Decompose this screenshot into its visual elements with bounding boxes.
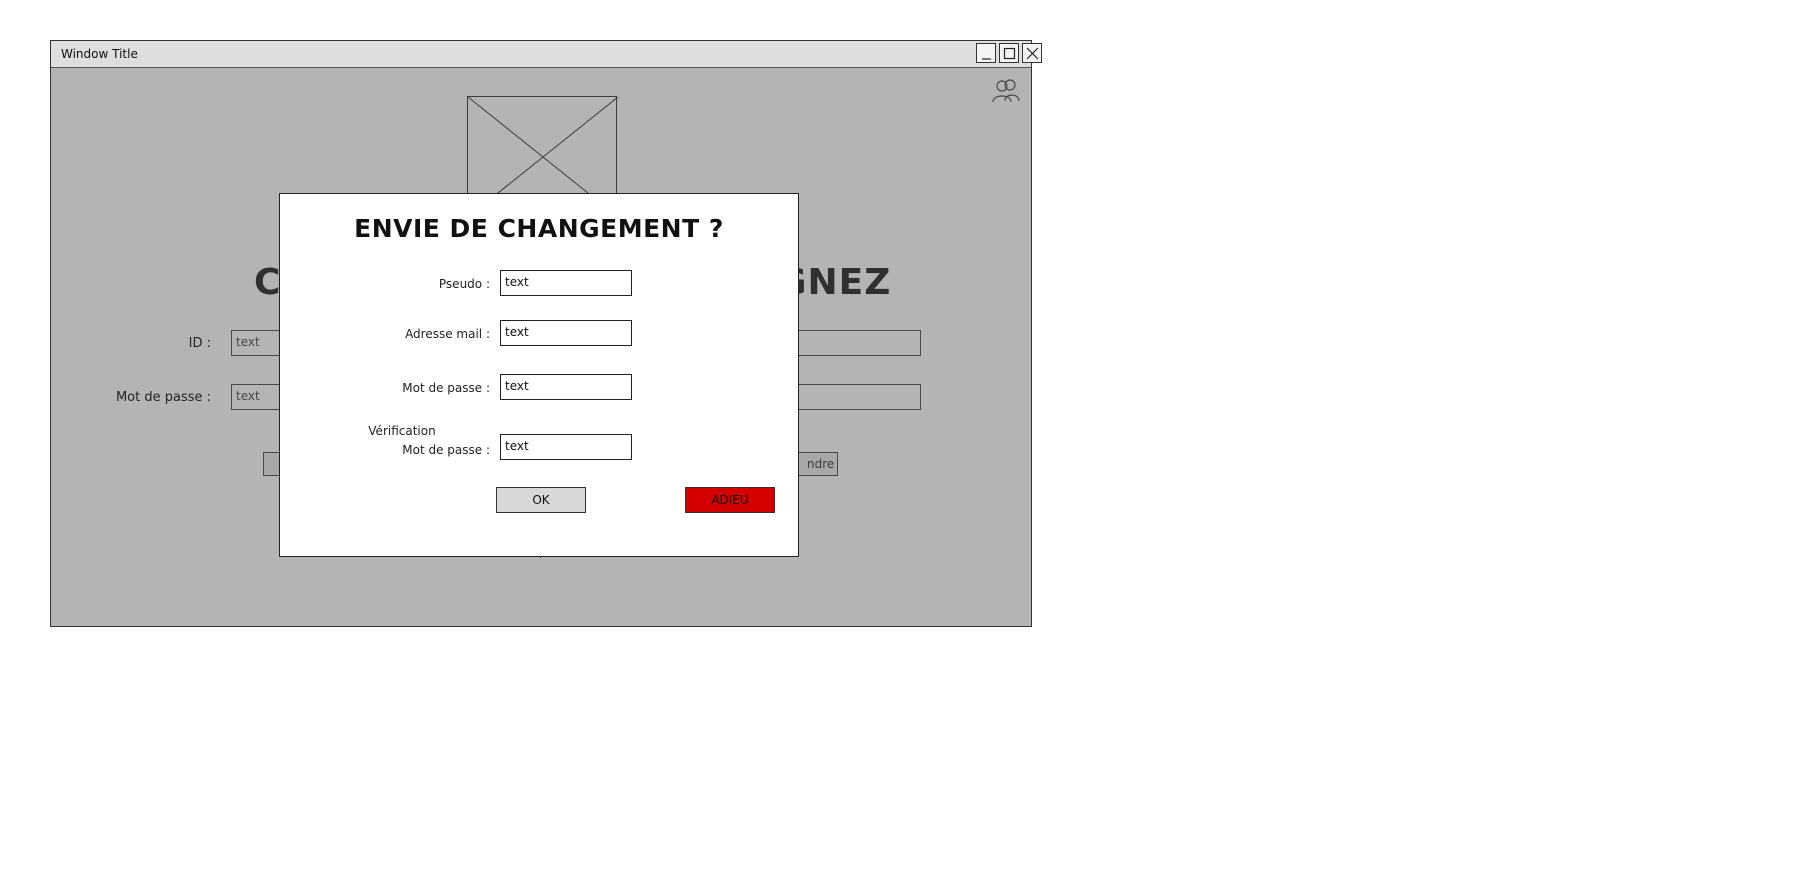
email-label: Adresse mail : [405,327,490,341]
maximize-button[interactable] [999,43,1019,63]
minimize-button[interactable] [976,43,996,63]
pseudo-input[interactable]: text [500,270,632,296]
app-window: Window Title C GNEZ ID: text Mot de pas… [50,40,1042,627]
pseudo-label: Pseudo : [438,277,490,291]
password-confirm-input[interactable]: text [500,434,632,460]
ok-button[interactable]: OK [496,487,586,513]
email-input[interactable]: text [500,320,632,346]
password-field-label: Mot de passe : [402,381,490,395]
window-title: Window Title [61,47,138,61]
maximize-icon [1003,47,1016,60]
change-dialog: ENVIE DE CHANGEMENT ? Pseudo : text Adre… [279,193,799,557]
password-input-dialog[interactable]: text [500,374,632,400]
close-icon [1026,47,1039,60]
close-button[interactable] [1022,43,1042,63]
minimize-icon [982,58,991,60]
dialog-title: ENVIE DE CHANGEMENT ? [354,214,724,243]
adieu-button[interactable]: ADIEU [685,487,775,513]
verification-label-line2: Mot de passe : [402,443,490,457]
verification-label-line1: Vérification [368,424,436,438]
title-bar[interactable]: Window Title [51,41,1042,68]
window-content: C GNEZ ID : text Mot de passe : text ndr… [51,68,1031,626]
